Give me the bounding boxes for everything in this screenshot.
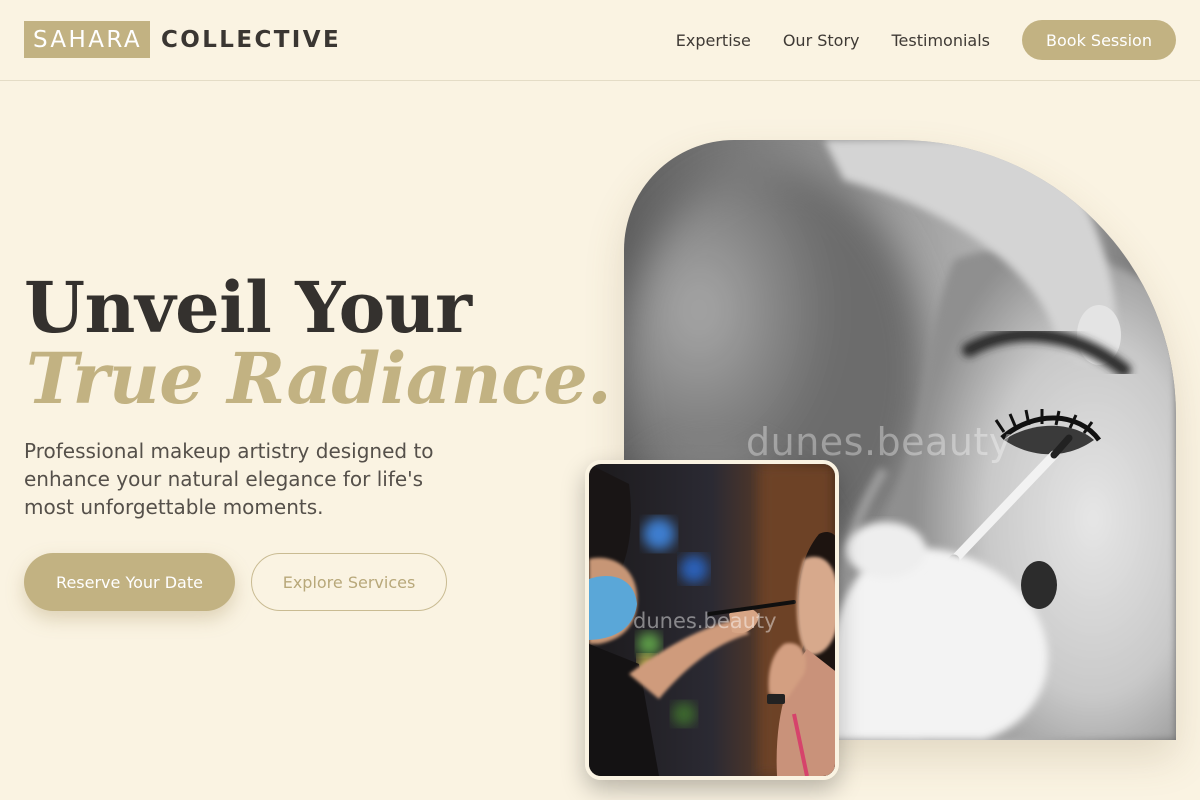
logo-word: COLLECTIVE [160,26,342,53]
hero-subtitle: Professional makeup artistry designed to… [24,439,434,519]
explore-services-button[interactable]: Explore Services [251,553,447,611]
site-header: SAHARA COLLECTIVE Expertise Our Story Te… [0,0,1200,81]
nav-link-expertise[interactable]: Expertise [676,31,751,50]
main-photo-watermark: dunes.beauty [746,420,1012,464]
inset-photo-watermark: dunes.beauty [633,609,777,633]
hero-title-line2: True Radiance. [26,337,612,420]
hero-inset-photo: dunes.beauty [585,460,839,780]
logo-boxed-word: SAHARA [24,21,150,58]
nav-link-our-story[interactable]: Our Story [783,31,860,50]
main-nav: Expertise Our Story Testimonials Book Se… [676,20,1176,60]
book-session-button[interactable]: Book Session [1022,20,1176,60]
reserve-date-button[interactable]: Reserve Your Date [24,553,235,611]
nav-link-testimonials[interactable]: Testimonials [892,31,991,50]
brand-logo[interactable]: SAHARA COLLECTIVE [24,21,341,58]
